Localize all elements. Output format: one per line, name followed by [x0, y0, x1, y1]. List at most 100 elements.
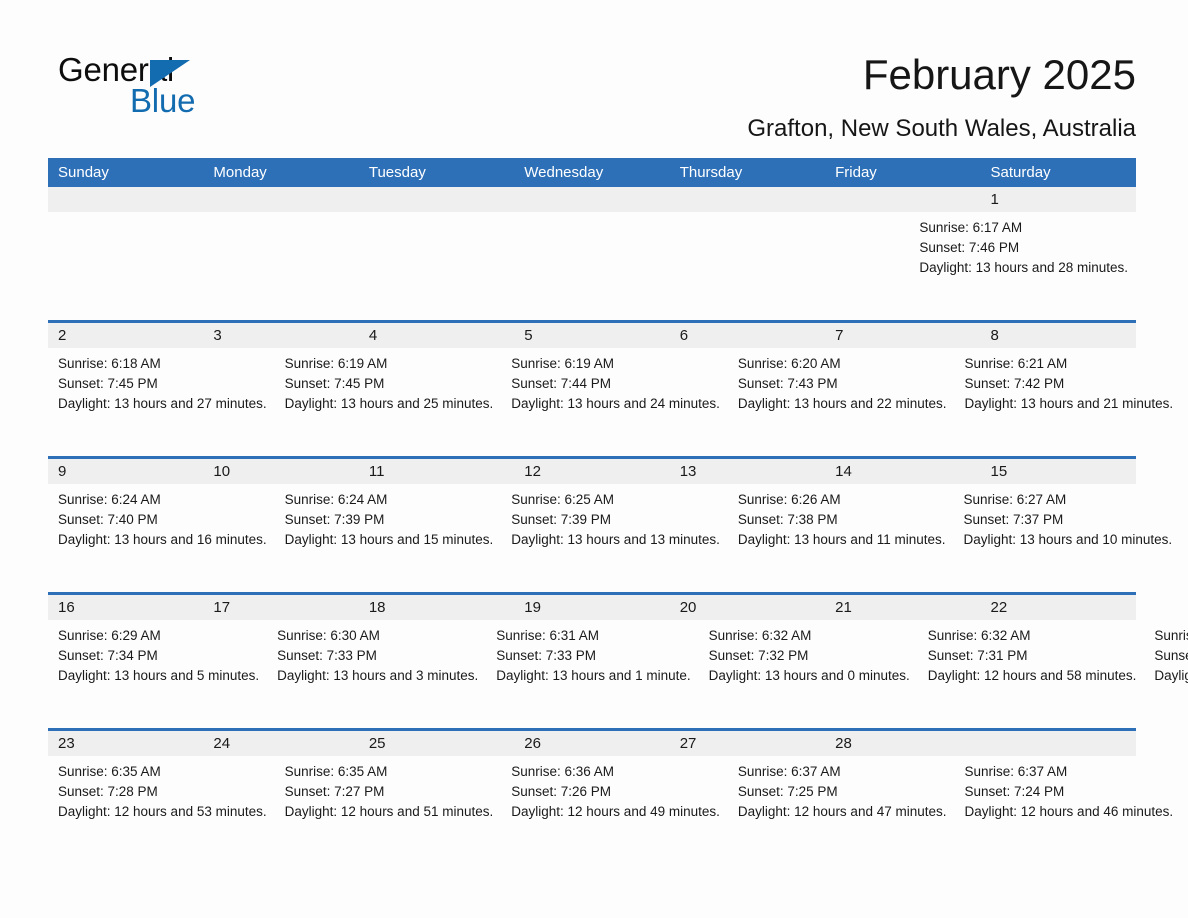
week-day-number-band: 1 — [48, 187, 1136, 212]
day-cell-13[interactable]: Sunrise: 6:27 AM Sunset: 7:37 PM Daylight:… — [954, 484, 1181, 592]
sunset-text: Sunset: 7:34 PM — [58, 648, 158, 663]
day-number-empty — [48, 187, 203, 212]
day-cell-17[interactable]: Sunrise: 6:30 AM Sunset: 7:33 PM Daylight:… — [267, 620, 486, 728]
sunrise-text: Sunrise: 6:29 AM — [58, 628, 161, 643]
sunset-text: Sunset: 7:46 PM — [919, 240, 1020, 255]
day-number-24[interactable]: 24 — [203, 731, 358, 756]
day-number-19[interactable]: 19 — [514, 595, 669, 620]
day-cell-26[interactable]: Sunrise: 6:37 AM Sunset: 7:25 PM Daylight:… — [728, 756, 955, 864]
day-cell-27[interactable]: Sunrise: 6:37 AM Sunset: 7:24 PM Daylight:… — [955, 756, 1182, 864]
day-number-15[interactable]: 15 — [981, 459, 1136, 484]
daylight-text: Daylight: 13 hours and 21 minutes. — [964, 396, 1174, 411]
sunrise-text: Sunrise: 6:18 AM — [58, 356, 161, 371]
day-cell-23[interactable]: Sunrise: 6:35 AM Sunset: 7:28 PM Daylight:… — [48, 756, 275, 864]
day-number-5[interactable]: 5 — [514, 323, 669, 348]
sunset-text: Sunset: 7:28 PM — [58, 784, 158, 799]
day-cell-6[interactable]: Sunrise: 6:21 AM Sunset: 7:42 PM Daylight:… — [955, 348, 1182, 456]
sunset-text: Sunset: 7:33 PM — [496, 648, 597, 663]
day-number-9[interactable]: 9 — [48, 459, 203, 484]
day-number-1[interactable]: 1 — [981, 187, 1136, 212]
day-number-16[interactable]: 16 — [48, 595, 203, 620]
day-number-13[interactable]: 13 — [670, 459, 825, 484]
week-day-number-band: 16 17 18 19 20 21 22 — [48, 595, 1136, 620]
sunrise-text: Sunrise: 6:36 AM — [511, 764, 615, 779]
day-cell-2[interactable]: Sunrise: 6:18 AM Sunset: 7:45 PM Daylight:… — [48, 348, 275, 456]
day-number-6[interactable]: 6 — [670, 323, 825, 348]
day-number-2[interactable]: 2 — [48, 323, 203, 348]
weekday-header-thursday: Thursday — [679, 164, 743, 181]
sunrise-text: Sunrise: 6:17 AM — [919, 220, 1023, 235]
day-cell-3[interactable]: Sunrise: 6:19 AM Sunset: 7:45 PM Daylight:… — [275, 348, 502, 456]
day-cell-16[interactable]: Sunrise: 6:29 AM Sunset: 7:34 PM Daylight:… — [48, 620, 267, 728]
day-cell-7[interactable]: Sunrise: 6:22 AMSunset: 7:42 PMDaylight:… — [1181, 348, 1188, 456]
daylight-text: Daylight: 13 hours and 3 minutes. — [277, 668, 479, 683]
day-number-26[interactable]: 26 — [514, 731, 669, 756]
sunrise-text: Sunrise: 6:32 AM — [927, 628, 1031, 643]
day-cell-11[interactable]: Sunrise: 6:25 AM Sunset: 7:39 PM Daylight:… — [501, 484, 728, 592]
day-number-18[interactable]: 18 — [359, 595, 514, 620]
day-number-10[interactable]: 10 — [203, 459, 358, 484]
sunset-text: Sunset: 7:44 PM — [511, 376, 612, 391]
day-number-27[interactable]: 27 — [670, 731, 825, 756]
page-header: General Blue February 2025 Grafton, New … — [0, 0, 1188, 158]
day-cell-18[interactable]: Sunrise: 6:31 AM Sunset: 7:33 PM Daylight:… — [486, 620, 698, 728]
sunrise-text: Sunrise: 6:33 AM — [1154, 628, 1188, 643]
daylight-text: Daylight: 13 hours and 0 minutes. — [708, 668, 910, 683]
day-number-8[interactable]: 8 — [981, 323, 1136, 348]
sunset-text: Sunset: 7:40 PM — [58, 512, 158, 527]
day-number-14[interactable]: 14 — [825, 459, 980, 484]
day-cell-empty — [766, 212, 910, 320]
day-number-25[interactable]: 25 — [359, 731, 514, 756]
daylight-text: Daylight: 12 hours and 53 minutes. — [58, 804, 267, 819]
sunrise-text: Sunrise: 6:32 AM — [708, 628, 812, 643]
day-number-7[interactable]: 7 — [825, 323, 980, 348]
day-cell-20[interactable]: Sunrise: 6:32 AM Sunset: 7:31 PM Daylight:… — [918, 620, 1145, 728]
day-cell-28[interactable]: Sunrise: 6:38 AMSunset: 7:22 PMDaylight:… — [1181, 756, 1188, 864]
day-number-23[interactable]: 23 — [48, 731, 203, 756]
day-number-empty — [514, 187, 669, 212]
calendar-week-row: 23 24 25 26 27 28 Sunrise: 6:35 AM Sunset: 7:28… — [48, 728, 1173, 864]
day-number-4[interactable]: 4 — [359, 323, 514, 348]
day-cell-14[interactable]: Sunrise: 6:28 AMSunset: 7:36 PMDaylight:… — [1180, 484, 1188, 592]
day-number-11[interactable]: 11 — [359, 459, 514, 484]
day-number-28[interactable]: 28 — [825, 731, 980, 756]
day-cell-12[interactable]: Sunrise: 6:26 AM Sunset: 7:38 PM Daylight:… — [728, 484, 954, 592]
daylight-text: Daylight: 13 hours and 28 minutes. — [919, 260, 1128, 275]
day-cell-5[interactable]: Sunrise: 6:20 AM Sunset: 7:43 PM Daylight:… — [728, 348, 955, 456]
week-detail-band: Sunrise: 6:18 AM Sunset: 7:45 PM Daylight:… — [48, 348, 1173, 456]
day-number-22[interactable]: 22 — [981, 595, 1136, 620]
daylight-text: Daylight: 12 hours and 58 minutes. — [927, 668, 1137, 683]
day-cell-9[interactable]: Sunrise: 6:24 AM Sunset: 7:40 PM Daylight:… — [48, 484, 275, 592]
sunset-text: Sunset: 7:27 PM — [284, 784, 385, 799]
weekday-header-tuesday: Tuesday — [368, 164, 426, 181]
day-cell-4[interactable]: Sunrise: 6:19 AM Sunset: 7:44 PM Daylight:… — [501, 348, 728, 456]
day-number-empty — [981, 731, 1136, 756]
daylight-text: Daylight: 13 hours and 10 minutes. — [963, 532, 1173, 547]
week-day-number-band: 2345678 — [48, 323, 1136, 348]
day-cell-25[interactable]: Sunrise: 6:36 AM Sunset: 7:26 PM Daylight:… — [501, 756, 728, 864]
day-cell-24[interactable]: Sunrise: 6:35 AM Sunset: 7:27 PM Daylight:… — [275, 756, 502, 864]
sunrise-text: Sunrise: 6:20 AM — [737, 356, 841, 371]
day-number-empty — [359, 187, 514, 212]
general-blue-logo[interactable]: General Blue — [58, 52, 318, 124]
day-number-20[interactable]: 20 — [670, 595, 825, 620]
day-cell-empty — [335, 212, 479, 320]
sunrise-text: Sunrise: 6:21 AM — [964, 356, 1068, 371]
sunrise-text: Sunrise: 6:31 AM — [496, 628, 600, 643]
day-number-17[interactable]: 17 — [203, 595, 358, 620]
day-number-3[interactable]: 3 — [203, 323, 358, 348]
day-cell-19[interactable]: Sunrise: 6:32 AM Sunset: 7:32 PM Daylight:… — [699, 620, 918, 728]
day-cell-21[interactable]: Sunrise: 6:33 AM Sunset: 7:30 PM Daylight:… — [1144, 620, 1188, 728]
week-detail-band: Sunrise: 6:17 AM Sunset: 7:46 PM Daylight:… — [48, 212, 1136, 320]
calendar-week-row: 16 17 18 19 20 21 22 Sunrise: 6:29 AM Sunset: 7:… — [48, 592, 1188, 728]
day-number-12[interactable]: 12 — [514, 459, 669, 484]
daylight-text: Daylight: 13 hours and 25 minutes. — [284, 396, 494, 411]
weekday-header-monday: Monday — [213, 164, 267, 181]
sunrise-text: Sunrise: 6:37 AM — [964, 764, 1068, 779]
daylight-text: Daylight: 13 hours and 27 minutes. — [58, 396, 267, 411]
daylight-text: Daylight: 13 hours and 13 minutes. — [511, 532, 720, 547]
day-number-21[interactable]: 21 — [825, 595, 980, 620]
sunrise-text: Sunrise: 6:25 AM — [511, 492, 615, 507]
day-cell-1[interactable]: Sunrise: 6:17 AM Sunset: 7:46 PM Daylight:… — [909, 212, 1136, 320]
day-cell-10[interactable]: Sunrise: 6:24 AM Sunset: 7:39 PM Daylight:… — [275, 484, 502, 592]
